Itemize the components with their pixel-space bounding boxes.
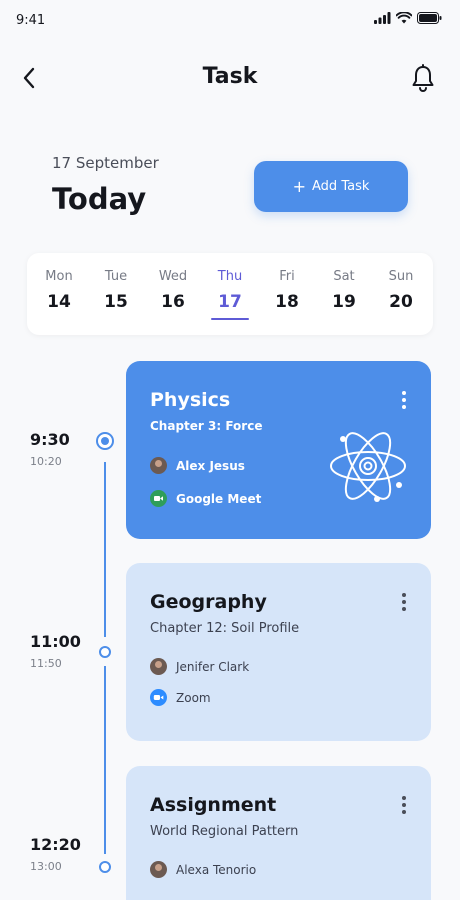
task-person: Alexa Tenorio — [150, 861, 407, 878]
end-time: 10:20 — [30, 455, 62, 468]
task-title: Physics — [150, 389, 231, 411]
start-time: 11:00 — [30, 632, 81, 651]
platform-name: Zoom — [176, 690, 211, 705]
week-selector: Mon 14 Tue 15 Wed 16 Thu 17 Fri 18 Sat 1… — [27, 253, 433, 335]
task-title: Assignment — [150, 794, 277, 816]
add-task-button[interactable]: + Add Task — [254, 161, 408, 212]
day-name: Fri — [279, 269, 295, 284]
task-time: 12:20 13:00 — [30, 835, 81, 873]
day-sun[interactable]: Sun 20 — [373, 253, 429, 335]
task-card-physics[interactable]: Physics Chapter 3: Force Alex Jesus Goog… — [126, 361, 431, 539]
day-mon[interactable]: Mon 14 — [31, 253, 87, 335]
task-card-assignment[interactable]: Assignment World Regional Pattern Alexa … — [126, 766, 431, 900]
more-options-button[interactable] — [401, 796, 407, 814]
day-date: 18 — [275, 292, 299, 312]
day-name: Mon — [45, 269, 73, 284]
plus-icon: + — [292, 176, 307, 196]
add-task-label: Add Task — [312, 179, 370, 194]
bell-icon — [412, 64, 434, 92]
end-time: 13:00 — [30, 860, 62, 873]
day-fri[interactable]: Fri 18 — [259, 253, 315, 335]
day-date: 20 — [389, 292, 413, 312]
current-date: 17 September — [52, 154, 159, 172]
avatar — [150, 457, 167, 474]
person-name: Alexa Tenorio — [176, 862, 257, 877]
atom-icon — [330, 432, 406, 502]
day-date: 17 — [218, 292, 242, 312]
task-time: 11:00 11:50 — [30, 632, 81, 670]
start-time: 9:30 — [30, 430, 70, 449]
timeline-line — [104, 462, 106, 637]
timeline-line — [104, 666, 106, 854]
day-name: Sat — [333, 269, 355, 284]
day-name: Thu — [217, 269, 243, 284]
signal-icon — [374, 12, 391, 24]
zoom-icon — [150, 689, 167, 706]
status-icons — [374, 12, 442, 24]
task-person: Jenifer Clark — [150, 658, 407, 675]
page-title: Task — [202, 64, 258, 89]
day-thu[interactable]: Thu 17 — [202, 253, 258, 335]
google-meet-icon — [150, 490, 167, 507]
platform-name: Google Meet — [176, 491, 262, 506]
timeline-dot-current — [96, 432, 114, 450]
person-name: Jenifer Clark — [176, 659, 250, 674]
battery-icon — [417, 12, 442, 24]
day-tue[interactable]: Tue 15 — [88, 253, 144, 335]
day-date: 15 — [104, 292, 128, 312]
task-subtitle: Chapter 12: Soil Profile — [150, 621, 300, 636]
end-time: 11:50 — [30, 657, 62, 670]
task-title: Geography — [150, 591, 267, 613]
wifi-icon — [396, 12, 412, 24]
start-time: 12:20 — [30, 835, 81, 854]
avatar — [150, 658, 167, 675]
day-name: Wed — [158, 269, 188, 284]
screen: 9:41 Task 17 September Today + Add Task … — [0, 0, 460, 900]
task-subtitle: World Regional Pattern — [150, 824, 299, 839]
day-date: 14 — [47, 292, 71, 312]
task-time: 9:30 10:20 — [30, 430, 70, 468]
active-day-indicator — [211, 318, 249, 320]
day-wed[interactable]: Wed 16 — [145, 253, 201, 335]
notifications-button[interactable] — [410, 64, 436, 92]
more-options-button[interactable] — [401, 593, 407, 611]
timeline-dot — [99, 646, 111, 658]
task-card-geography[interactable]: Geography Chapter 12: Soil Profile Jenif… — [126, 563, 431, 741]
today-heading: Today — [52, 182, 147, 216]
person-name: Alex Jesus — [176, 458, 245, 473]
avatar — [150, 861, 167, 878]
status-time: 9:41 — [16, 13, 46, 28]
task-platform: Zoom — [150, 689, 407, 706]
day-sat[interactable]: Sat 19 — [316, 253, 372, 335]
more-options-button[interactable] — [401, 391, 407, 409]
day-date: 16 — [161, 292, 185, 312]
day-date: 19 — [332, 292, 356, 312]
day-name: Sun — [388, 269, 414, 284]
timeline-dot — [99, 861, 111, 873]
day-name: Tue — [104, 269, 128, 284]
